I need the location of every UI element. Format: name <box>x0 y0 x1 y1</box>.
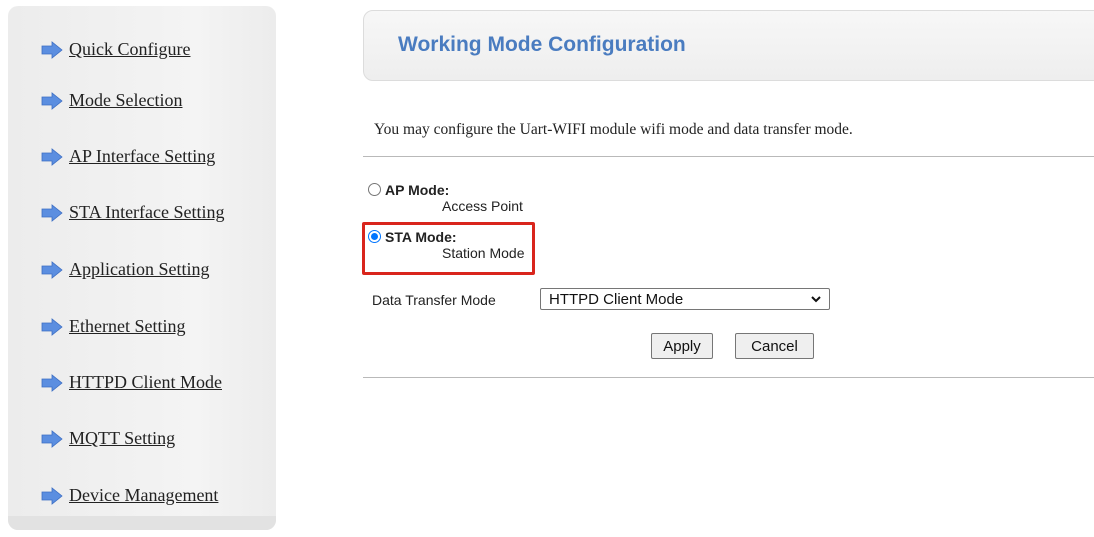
sidebar-item-application-setting[interactable]: Application Setting <box>41 259 209 280</box>
sidebar-item-httpd-client-mode[interactable]: HTTPD Client Mode <box>41 372 222 393</box>
sidebar-item-label: STA Interface Setting <box>69 202 225 222</box>
sidebar: Quick Configure Mode Selection AP Interf… <box>8 6 276 530</box>
arrow-right-icon <box>41 260 63 279</box>
arrow-right-icon <box>41 203 63 222</box>
apply-button[interactable]: Apply <box>651 333 713 359</box>
page-title: Working Mode Configuration <box>398 33 686 56</box>
ap-mode-subtitle: Access Point <box>442 198 523 214</box>
arrow-right-icon <box>41 317 63 336</box>
arrow-right-icon <box>41 486 63 505</box>
arrow-right-icon <box>41 373 63 392</box>
sidebar-item-label: Device Management <box>69 485 219 505</box>
sidebar-item-label: Ethernet Setting <box>69 316 186 336</box>
sidebar-item-device-management[interactable]: Device Management <box>41 485 218 506</box>
ap-mode-option[interactable]: AP Mode: Access Point <box>368 182 523 214</box>
sidebar-item-label: Quick Configure <box>69 39 191 59</box>
page-description: You may configure the Uart-WIFI module w… <box>374 121 853 138</box>
sidebar-item-label: Application Setting <box>69 259 210 279</box>
data-transfer-mode-label: Data Transfer Mode <box>372 292 496 308</box>
sidebar-footer-bar <box>8 516 276 530</box>
sidebar-item-ap-interface-setting[interactable]: AP Interface Setting <box>41 146 215 167</box>
arrow-right-icon <box>41 147 63 166</box>
data-transfer-mode-value: HTTPD Client Mode <box>549 290 684 308</box>
sidebar-item-label: MQTT Setting <box>69 428 176 448</box>
data-transfer-mode-select[interactable]: HTTPD Client Mode <box>540 288 830 310</box>
sidebar-item-sta-interface-setting[interactable]: STA Interface Setting <box>41 202 225 223</box>
divider <box>363 156 1094 157</box>
arrow-right-icon <box>41 91 63 110</box>
sidebar-item-label: AP Interface Setting <box>69 146 216 166</box>
sidebar-item-quick-configure[interactable]: Quick Configure <box>41 39 190 60</box>
chevron-down-icon <box>811 296 821 303</box>
sidebar-item-mode-selection[interactable]: Mode Selection <box>41 90 182 111</box>
page-header: Working Mode Configuration <box>363 10 1094 81</box>
sidebar-item-mqtt-setting[interactable]: MQTT Setting <box>41 428 175 449</box>
divider <box>363 377 1094 378</box>
sidebar-item-ethernet-setting[interactable]: Ethernet Setting <box>41 316 185 337</box>
highlight-box <box>362 222 535 275</box>
arrow-right-icon <box>41 429 63 448</box>
sidebar-item-label: Mode Selection <box>69 90 183 110</box>
sidebar-item-label: HTTPD Client Mode <box>69 372 222 392</box>
cancel-button[interactable]: Cancel <box>735 333 814 359</box>
ap-mode-title: AP Mode: <box>385 182 450 198</box>
arrow-right-icon <box>41 40 63 59</box>
ap-mode-radio[interactable] <box>368 183 381 196</box>
